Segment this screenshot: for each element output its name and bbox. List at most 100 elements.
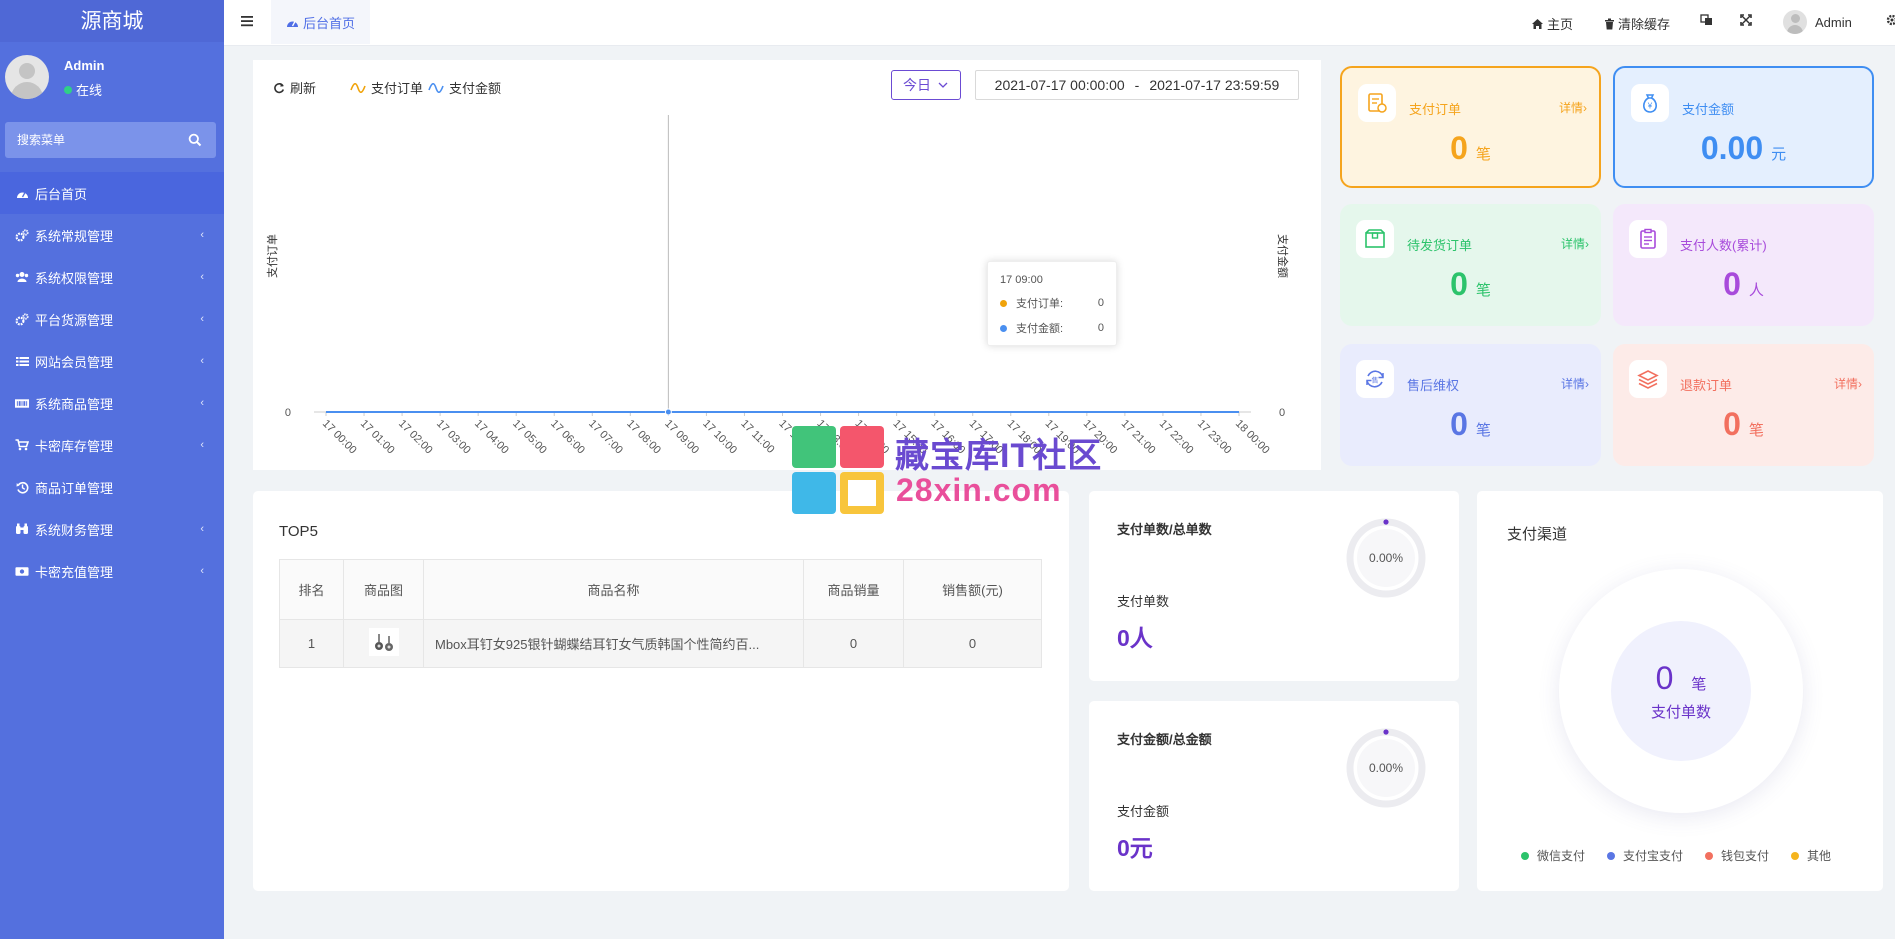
menu-search-input[interactable] xyxy=(5,122,216,158)
dashboard-icon xyxy=(15,186,29,200)
chevron-left-icon: ‹ xyxy=(200,565,204,577)
sidebar-item-3[interactable]: 系统权限管理 ‹ xyxy=(0,256,224,298)
y-tick-right: 0 xyxy=(1279,407,1285,419)
cell-image[interactable] xyxy=(343,619,424,668)
stat-card-3[interactable]: 待发货订单 详情› 0 笔 xyxy=(1340,204,1601,326)
legend-orders[interactable]: 支付订单 xyxy=(350,78,423,97)
legend-label: 其他 xyxy=(1807,849,1832,863)
after-sale-icon: 售 xyxy=(1356,360,1394,398)
watermark-text-2: 28xin.com xyxy=(896,472,1062,508)
stat-value-wrap: 0笔 xyxy=(1340,406,1601,443)
stat-detail-link[interactable]: 详情› xyxy=(1834,375,1862,392)
brand-logo[interactable]: 源商城 xyxy=(0,0,224,42)
date-range-input[interactable]: 2021-07-17 00:00:00 - 2021-07-17 23:59:5… xyxy=(975,70,1299,100)
sidebar-item-4[interactable]: 平台货源管理 ‹ xyxy=(0,298,224,340)
stat-card-5[interactable]: 售 售后维权 详情› 0 笔 xyxy=(1340,344,1601,466)
sidebar-item-8[interactable]: 商品订单管理 xyxy=(0,466,224,508)
stat-title: 待发货订单 xyxy=(1407,238,1473,253)
home-link-label: 主页 xyxy=(1547,17,1574,32)
sidebar-item-6[interactable]: 系统商品管理 ‹ xyxy=(0,382,224,424)
legend-dot-icon xyxy=(1607,851,1616,860)
date-preset-dropdown[interactable]: 今日 xyxy=(891,70,961,100)
x-tick-label: 17 04:00 xyxy=(472,418,511,457)
stat-value-wrap: 0笔 xyxy=(1613,406,1874,443)
sidebar-item-9[interactable]: 系统财务管理 ‹ xyxy=(0,508,224,550)
top5-title: TOP5 xyxy=(279,523,318,540)
dashboard-icon xyxy=(287,20,298,27)
legend-item[interactable]: 其他 xyxy=(1791,847,1831,864)
legend-label: 钱包支付 xyxy=(1721,849,1770,863)
chart-panel: 刷新 支付订单 支付金额 今日 2021-07-17 00:00:00 - 20… xyxy=(253,60,1321,470)
watermark-logo xyxy=(792,426,884,514)
stat-card-1[interactable]: 支付订单 详情› 0 笔 xyxy=(1340,66,1601,188)
x-tick-label: 17 23:00 xyxy=(1195,418,1234,457)
y-axis-title-right: 支付金额 xyxy=(1276,234,1290,278)
legend-item[interactable]: 微信支付 xyxy=(1521,847,1585,864)
line-chart[interactable]: 0 0 支付订单 支付金额 17 00:00 17 01:00 17 02:00 17 03:… xyxy=(253,100,1321,470)
cogs-icon xyxy=(15,312,29,326)
admin-name: Admin xyxy=(1815,14,1852,30)
sidebar-item-1[interactable]: 后台首页 xyxy=(0,172,224,214)
money-bag-icon: ¥ xyxy=(1631,84,1669,122)
stat-card-4[interactable]: 支付人数(累计) 0 人 xyxy=(1613,204,1874,326)
legend-item[interactable]: 钱包支付 xyxy=(1705,847,1769,864)
table-row[interactable]: 1 Mbox耳钉女925银针蝴蝶结耳钉女气质韩国个性简约百... 0 0 xyxy=(279,619,1042,668)
search-icon[interactable] xyxy=(188,133,202,147)
payment-channel-donut[interactable]: 0笔 支付单数 xyxy=(1559,569,1803,813)
stat-unit: 笔 xyxy=(1475,282,1491,299)
home-link[interactable]: 主页 xyxy=(1531,14,1573,33)
svg-text:¥: ¥ xyxy=(1647,102,1653,111)
stat-card-6[interactable]: 退款订单 详情› 0 笔 xyxy=(1613,344,1874,466)
clear-cache-button[interactable]: 清除缓存 xyxy=(1604,14,1670,33)
tab-dashboard[interactable]: 后台首页 xyxy=(271,0,371,44)
stat-unit: 笔 xyxy=(1475,146,1491,163)
stat-detail-link[interactable]: 详情› xyxy=(1559,99,1587,116)
top5-panel: TOP5 排名 商品图 商品名称 商品销量 销售额(元) 1 Mbox耳钉女92… xyxy=(253,491,1069,891)
legend-dot-icon xyxy=(1521,851,1529,860)
sidebar-item-label: 系统财务管理 xyxy=(35,522,114,538)
x-tick-label: 18 00:00 xyxy=(1233,418,1272,457)
stat-value: 0.00 xyxy=(1700,130,1764,166)
tooltip-orders-label: 支付订单: xyxy=(1016,298,1064,310)
language-button[interactable] xyxy=(1700,14,1716,26)
cell-rank: 1 xyxy=(279,619,344,668)
settings-button[interactable] xyxy=(1886,14,1895,26)
sidebar-item-2[interactable]: 系统常规管理 ‹ xyxy=(0,214,224,256)
legend-amount-label: 支付金额 xyxy=(449,81,502,96)
stat-value: 0 xyxy=(1450,406,1468,442)
stat-unit: 笔 xyxy=(1748,422,1764,439)
legend-amount[interactable]: 支付金额 xyxy=(428,78,501,97)
box-icon xyxy=(1356,220,1394,258)
legend-label: 微信支付 xyxy=(1537,849,1586,863)
product-image[interactable] xyxy=(368,628,399,656)
amount-ratio-percent: 0.00% xyxy=(1368,761,1404,775)
amount-ratio-value: 0元 xyxy=(1117,835,1153,861)
list-icon xyxy=(15,354,29,368)
chart-tooltip: 17 09:00 支付订单: 0 支付金额: 0 xyxy=(987,261,1117,346)
legend-dot-icon xyxy=(1705,851,1714,860)
fullscreen-icon xyxy=(1740,14,1752,26)
stat-card-2[interactable]: ¥ 支付金额 0.00 元 xyxy=(1613,66,1874,188)
tab-dashboard-label: 后台首页 xyxy=(303,15,356,31)
x-tick-label: 17 06:00 xyxy=(548,418,587,457)
tooltip-row-orders: 支付订单: 0 xyxy=(1000,295,1104,311)
admin-menu[interactable]: Admin xyxy=(1783,10,1852,34)
legend-dot-icon xyxy=(1791,851,1800,860)
chevron-left-icon: ‹ xyxy=(200,355,204,367)
date-start: 2021-07-17 00:00:00 xyxy=(994,77,1125,93)
user-status-text: 在线 xyxy=(76,83,103,98)
col-rank: 排名 xyxy=(279,559,344,620)
user-panel: Admin 在线 xyxy=(0,42,224,118)
stat-detail-link[interactable]: 详情› xyxy=(1561,375,1589,392)
sidebar-item-5[interactable]: 网站会员管理 ‹ xyxy=(0,340,224,382)
stat-detail-link[interactable]: 详情› xyxy=(1561,235,1589,252)
payment-channel-legend: 微信支付 支付宝支付 钱包支付 其他 xyxy=(1521,847,1853,864)
fullscreen-button[interactable] xyxy=(1740,14,1755,26)
sidebar-item-10[interactable]: 卡密充值管理 ‹ xyxy=(0,550,224,592)
legend-item[interactable]: 支付宝支付 xyxy=(1607,847,1683,864)
refresh-button[interactable]: 刷新 xyxy=(273,78,316,97)
col-image: 商品图 xyxy=(343,559,424,620)
user-name: Admin xyxy=(64,58,105,73)
menu-toggle-icon[interactable] xyxy=(240,14,254,28)
sidebar-item-7[interactable]: 卡密库存管理 ‹ xyxy=(0,424,224,466)
